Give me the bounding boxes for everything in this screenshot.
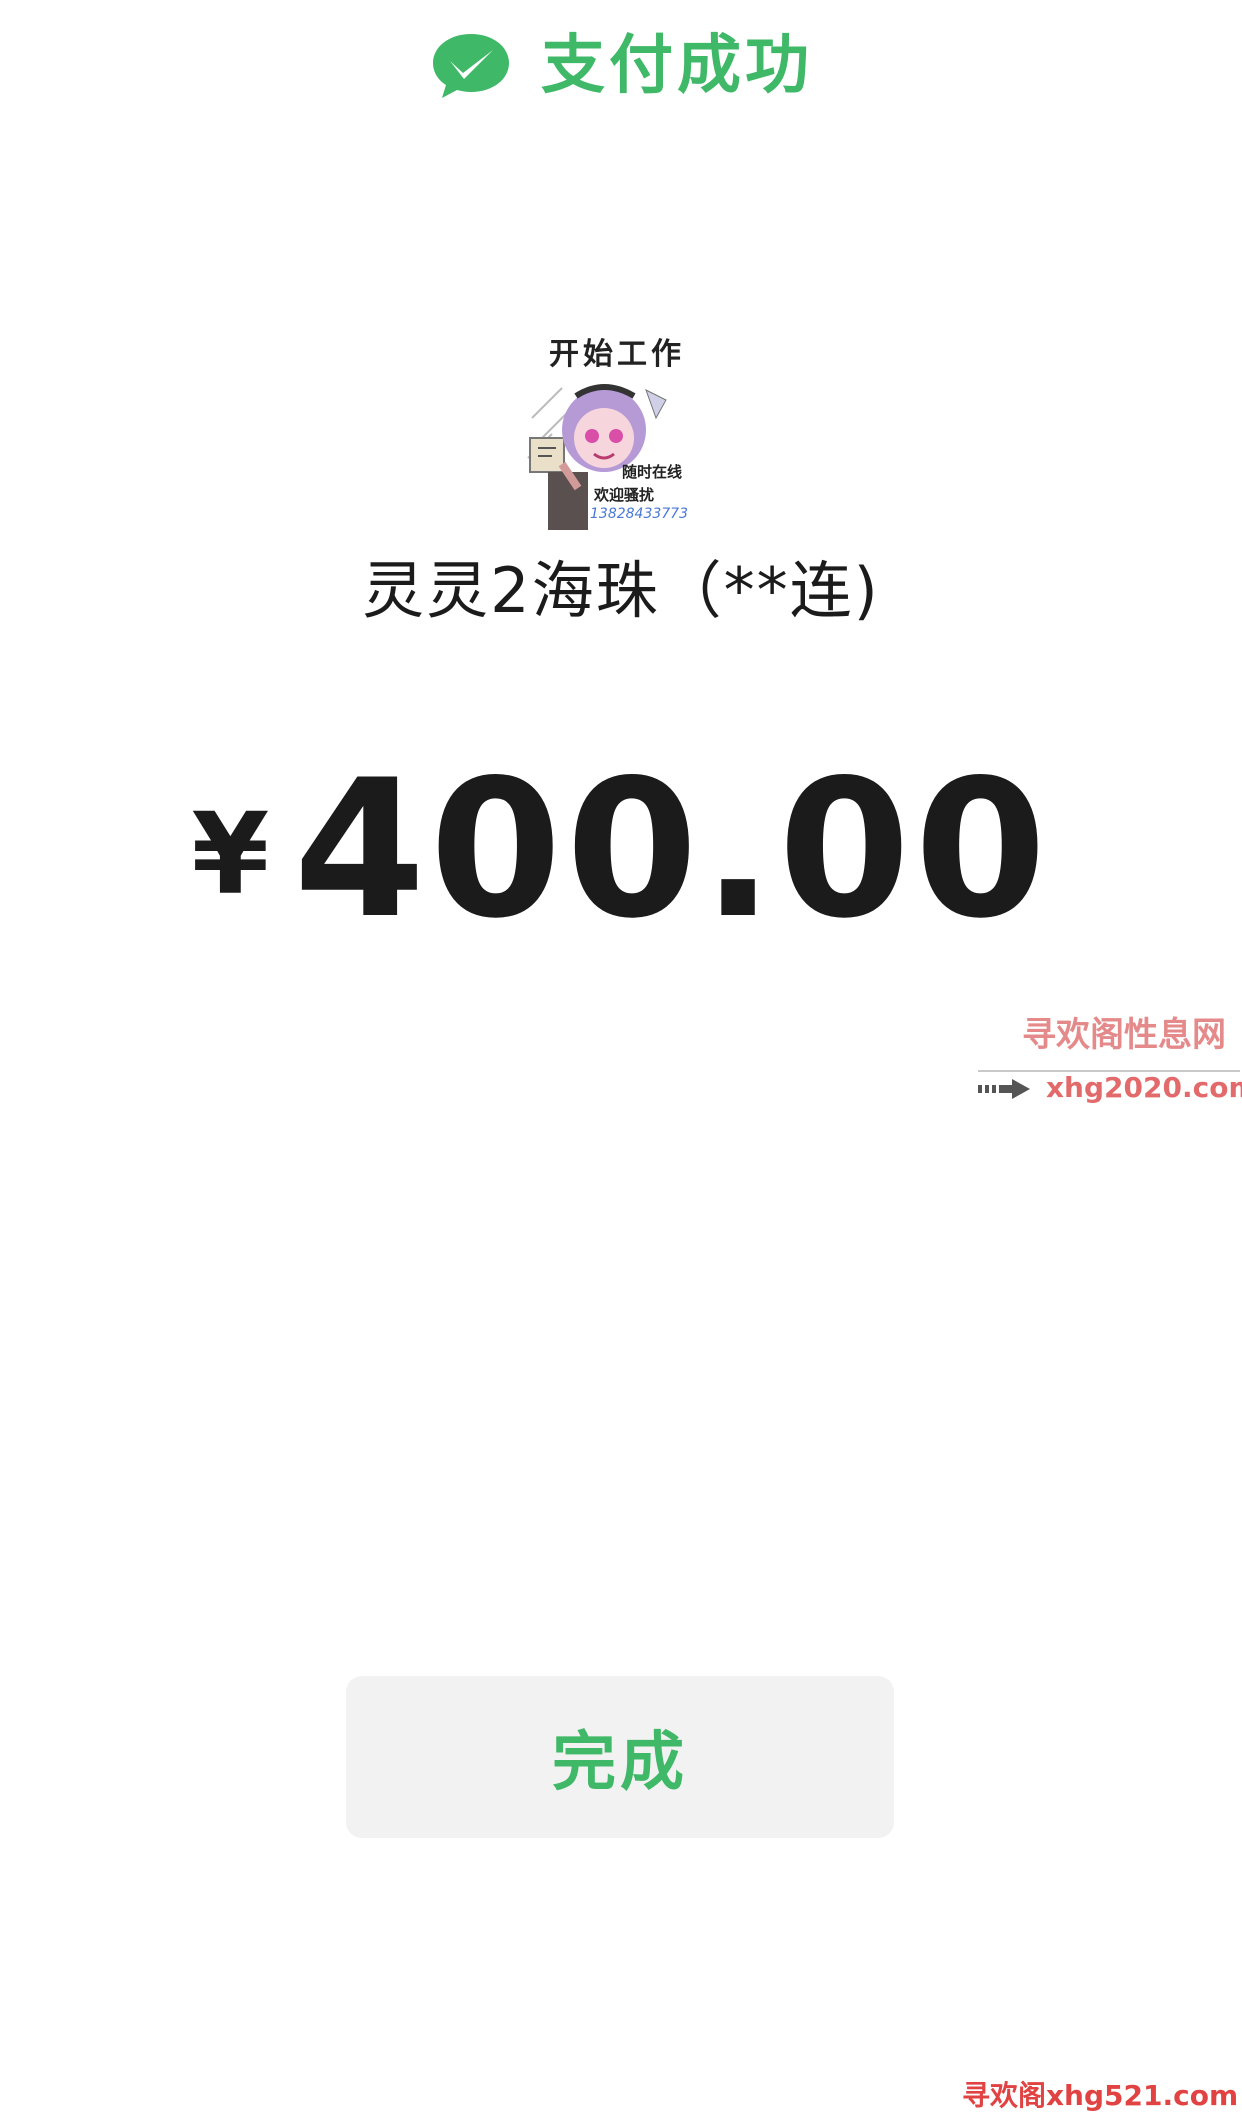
currency-symbol: ¥ — [191, 790, 270, 920]
watermark-site-url: xhg2020.com — [1046, 1071, 1242, 1104]
payment-success-title: 支付成功 — [541, 29, 813, 103]
done-button[interactable]: 完成 — [346, 1676, 894, 1838]
avatar-caption: 开始工作 — [549, 337, 685, 372]
merchant-name: 灵灵2海珠（**连) — [362, 554, 880, 627]
avatar-phone-number: 13828433773 — [590, 506, 688, 522]
payment-amount: ¥ 400.00 — [0, 755, 1242, 945]
merchant-avatar: 开始工作 随时在线 欢迎骚扰 13828433773 — [522, 340, 712, 530]
arrow-right-icon — [978, 1079, 1030, 1099]
amount-value: 400.00 — [293, 739, 1051, 960]
avatar-text-online: 随时在线 — [622, 463, 683, 481]
status-header: 支付成功 — [0, 30, 1242, 102]
watermark-footer: 寻欢阁xhg521.com — [962, 2079, 1239, 2112]
avatar-text-welcome: 欢迎骚扰 — [594, 486, 655, 504]
wechat-pay-icon — [433, 34, 509, 98]
watermark-site-name: 寻欢阁性息网 — [1022, 1015, 1226, 1055]
